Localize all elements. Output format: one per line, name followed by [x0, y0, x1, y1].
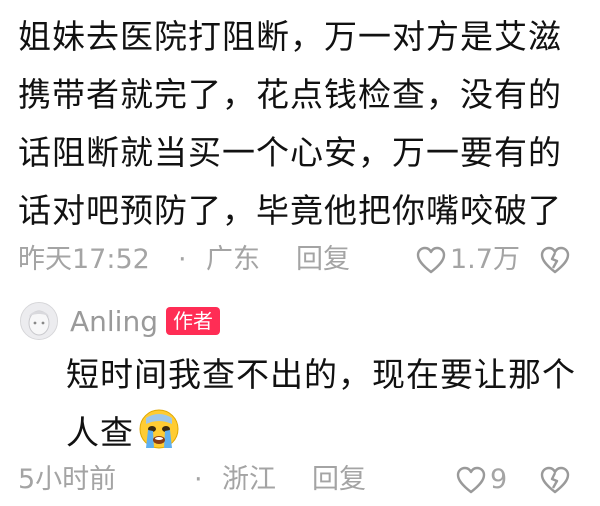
broken-heart-icon — [540, 246, 570, 274]
comment-line: 话对吧预防了，毕竟他把你嘴咬破了 — [18, 191, 562, 230]
crying-face-emoji-icon — [138, 408, 180, 468]
heart-icon — [456, 466, 486, 494]
separator-dot: · — [194, 464, 203, 495]
username[interactable]: Anling — [70, 305, 158, 338]
avatar-image — [21, 303, 57, 339]
comment-line: 携带者就完了，花点钱检查，没有的 — [18, 75, 562, 114]
reply-time: 5小时前 — [18, 464, 117, 495]
like-button[interactable]: 1.7万 — [416, 240, 520, 280]
dislike-button[interactable] — [540, 246, 570, 286]
reply-line: 人查 — [66, 413, 134, 452]
reply-button[interactable]: 回复 — [296, 240, 350, 280]
comment-line: 姐妹去医院打阻断，万一对方是艾滋 — [18, 17, 562, 56]
reply-header: Anling 作者 — [20, 296, 220, 346]
comment-meta: 昨天17:52 · 广东 回复 1.7万 — [18, 240, 588, 280]
avatar[interactable] — [20, 302, 58, 340]
comment-line: 话阻断就当买一个心安，万一要有的 — [18, 133, 562, 172]
like-count: 1.7万 — [450, 244, 520, 275]
reply-line: 短时间我查不出的，现在要让那个 — [66, 355, 576, 394]
reply-meta: 5小时前 · 浙江 回复 9 — [18, 460, 588, 500]
reply-location: 浙江 — [222, 464, 276, 495]
reply-button[interactable]: 回复 — [312, 460, 366, 500]
like-count: 9 — [490, 464, 508, 495]
author-badge: 作者 — [165, 307, 220, 335]
reply-line-with-emoji: 人查 — [66, 404, 586, 468]
comment-location: 广东 — [206, 244, 260, 275]
comment-time: 昨天17:52 — [18, 244, 150, 275]
like-button[interactable]: 9 — [456, 460, 507, 500]
broken-heart-icon — [540, 466, 570, 494]
dislike-button[interactable] — [540, 466, 570, 506]
separator-dot: · — [178, 244, 187, 275]
comment-text: 姐妹去医院打阻断，万一对方是艾滋 携带者就完了，花点钱检查，没有的 话阻断就当买… — [18, 8, 588, 240]
heart-icon — [416, 246, 446, 274]
reply-text: 短时间我查不出的，现在要让那个 人查 — [66, 346, 586, 468]
